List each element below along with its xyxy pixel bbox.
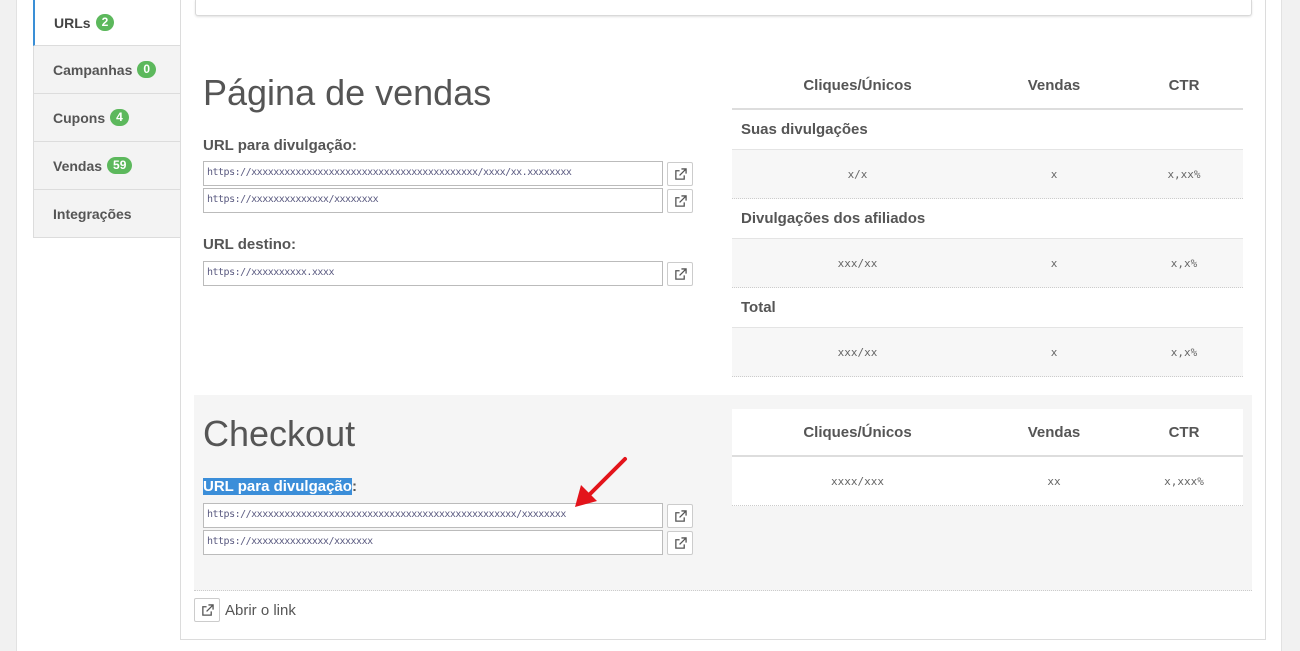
main-panel: Página de vendas URL para divulgação: ht… [180, 0, 1266, 640]
external-link-icon [674, 509, 687, 522]
checkout-promo-short-url-field[interactable]: https://xxxxxxxxxxxxxx/xxxxxxx [203, 530, 663, 555]
sales-stats-table: Cliques/Únicos Vendas CTR Suas divulgaçõ… [732, 62, 1243, 377]
promo-short-url-field[interactable]: https://xxxxxxxxxxxxxx/xxxxxxxx [203, 188, 663, 213]
cell-sales: x [1050, 345, 1058, 359]
count-badge: 0 [137, 61, 157, 78]
checkout-section: Checkout URL para divulgação: https://xx… [194, 395, 1252, 591]
external-link-icon [201, 603, 214, 616]
annotation-arrow-icon [575, 457, 627, 507]
promo-url-field[interactable]: https://xxxxxxxxxxxxxxxxxxxxxxxxxxxxxxxx… [203, 161, 663, 186]
selected-text: URL para divulgação [203, 478, 352, 495]
checkout-stats-table: Cliques/Únicos Vendas CTR xxxx/xxx xx x,… [732, 409, 1243, 506]
count-badge: 4 [110, 109, 129, 126]
header-sales: Vendas [1027, 423, 1081, 441]
cell-clicks: x/x [847, 167, 868, 181]
cell-ctr: x,x% [1170, 345, 1198, 359]
cell-ctr: x,xxx% [1164, 474, 1204, 488]
external-link-icon [674, 167, 687, 180]
sidebar-item-urls[interactable]: URLs 2 [33, 0, 181, 46]
cell-clicks: xxx/xx [837, 345, 878, 359]
open-link-button[interactable]: Abrir o link [194, 598, 296, 622]
table-header: Cliques/Únicos Vendas CTR [732, 409, 1243, 457]
checkout-title: Checkout [203, 413, 356, 454]
open-link-label: Abrir o link [225, 601, 296, 619]
sidebar-item-label: Vendas [53, 157, 103, 174]
checkout-promo-url-label: URL para divulgação: [203, 478, 357, 495]
header-clicks: Cliques/Únicos [803, 423, 912, 441]
sidebar-item-campanhas[interactable]: Campanhas 0 [33, 46, 181, 94]
sidebar-item-label: Cupons [53, 109, 106, 126]
external-link-icon [674, 267, 687, 280]
count-badge: 2 [95, 14, 115, 31]
open-url-button[interactable] [667, 262, 693, 286]
sidebar-item-label: Campanhas [53, 61, 133, 78]
sidebar-item-integracoes[interactable]: Integrações [33, 190, 181, 238]
table-row: xxxx/xxx xx x,xxx% [732, 457, 1243, 506]
open-url-button[interactable] [667, 531, 693, 555]
table-header: Cliques/Únicos Vendas CTR [732, 62, 1243, 110]
sidebar-nav: URLs 2 Campanhas 0 Cupons 4 Vendas 59 In… [33, 0, 181, 238]
header-clicks: Cliques/Únicos [803, 76, 912, 94]
table-row: xxx/xx x x,x% [732, 328, 1243, 377]
cell-ctr: x,x% [1170, 256, 1198, 270]
external-link-icon [674, 536, 687, 549]
open-url-button[interactable] [667, 504, 693, 528]
promo-url-label: URL para divulgação: [203, 137, 357, 154]
group-label: Total [732, 288, 1243, 328]
cell-sales: xx [1047, 474, 1061, 488]
header-sales: Vendas [1027, 76, 1081, 94]
dest-url-label: URL destino: [203, 236, 297, 253]
open-link-icon-button[interactable] [194, 598, 220, 622]
table-row: xxx/xx x x,x% [732, 239, 1243, 288]
top-card [195, 0, 1252, 16]
dest-url-field[interactable]: https://xxxxxxxxxx.xxxx [203, 261, 663, 286]
cell-clicks: xxxx/xxx [831, 474, 884, 488]
external-link-icon [674, 194, 687, 207]
open-url-button[interactable] [667, 189, 693, 213]
count-badge: 59 [107, 157, 133, 174]
header-ctr: CTR [1168, 423, 1200, 441]
header-ctr: CTR [1168, 76, 1200, 94]
sidebar-item-vendas[interactable]: Vendas 59 [33, 142, 181, 190]
table-row: x/x x x,xx% [732, 150, 1243, 199]
cell-sales: x [1050, 167, 1058, 181]
open-url-button[interactable] [667, 162, 693, 186]
cell-sales: x [1050, 256, 1058, 270]
sidebar-item-cupons[interactable]: Cupons 4 [33, 94, 181, 142]
sales-page-title: Página de vendas [203, 72, 492, 113]
sidebar-item-label: URLs [54, 14, 91, 31]
cell-clicks: xxx/xx [837, 256, 878, 270]
cell-ctr: x,xx% [1167, 167, 1201, 181]
group-label: Divulgações dos afiliados [732, 199, 1243, 239]
label-suffix: : [351, 478, 357, 495]
group-label: Suas divulgações [732, 110, 1243, 150]
sidebar-item-label: Integrações [53, 205, 132, 222]
